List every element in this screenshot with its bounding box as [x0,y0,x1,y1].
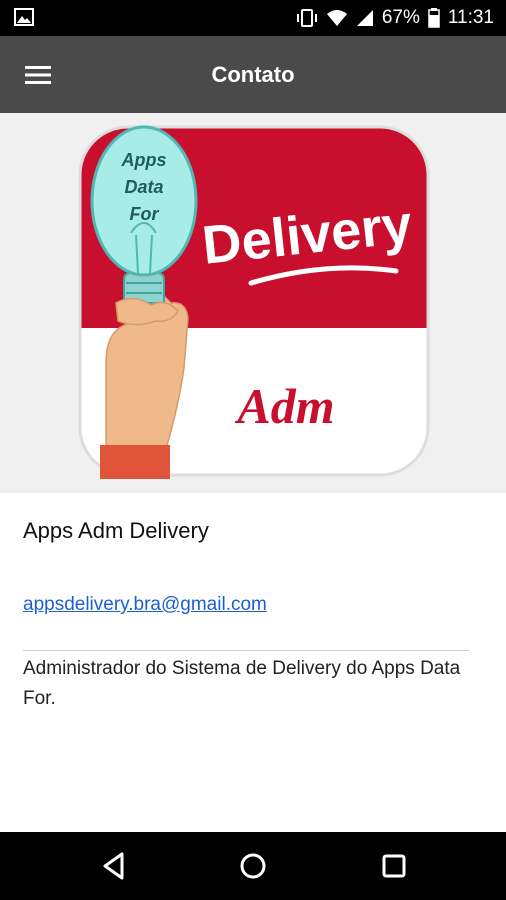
contact-app-name: Apps Adm Delivery [23,518,209,543]
home-circle-icon[interactable] [231,844,275,888]
clock-time: 11:31 [447,7,494,28]
system-nav-bar [0,832,506,900]
status-bar: 67% 11:31 [0,0,506,36]
divider [23,650,469,651]
logo-adm-text: Adm [234,378,334,434]
app-bar: Contato [0,36,506,113]
wifi-icon [326,9,348,27]
battery-percent: 67% [381,7,420,28]
logo-bulb-text-data: Data [124,177,163,197]
vibrate-icon [296,8,318,28]
page-title: Contato [211,62,295,87]
logo-bulb-text-apps: Apps [121,150,167,170]
hero-banner: Apps Data For Delivery Adm [0,113,506,493]
image-icon [14,8,34,26]
recents-square-icon[interactable] [372,844,416,888]
logo-bulb-text-for: For [130,204,160,224]
app-logo: Apps Data For Delivery Adm [76,123,432,480]
back-triangle-icon[interactable] [92,844,136,888]
signal-icon [356,9,374,27]
contact-email-link[interactable]: appsdelivery.bra@gmail.com [23,594,267,616]
battery-icon [428,8,440,28]
contact-description: Administrador do Sistema de Delivery do … [23,658,461,709]
